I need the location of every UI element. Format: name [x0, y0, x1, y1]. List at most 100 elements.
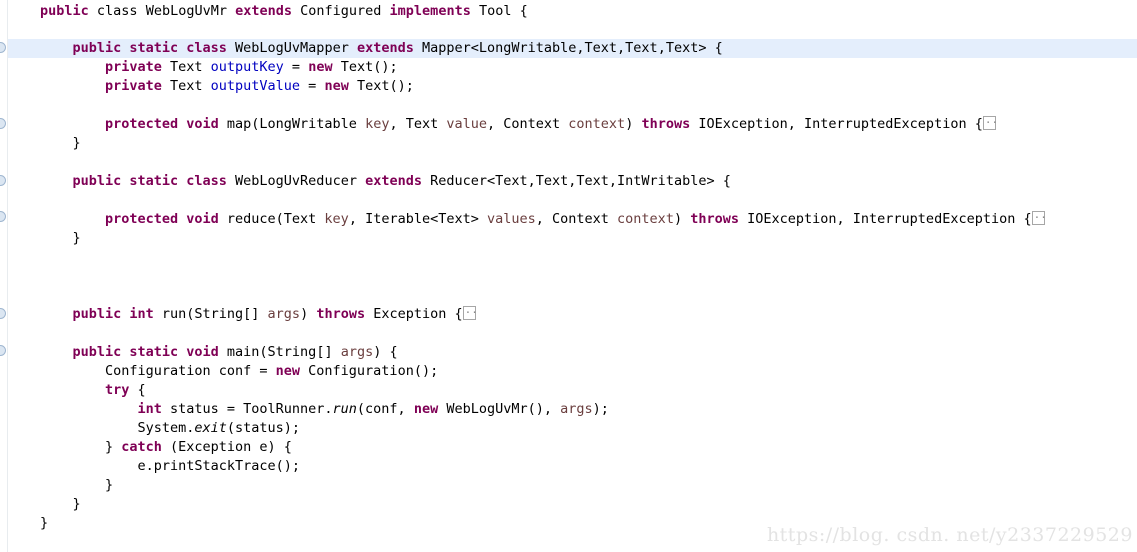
- code-token-par: args: [560, 401, 593, 417]
- code-token-kw: private: [104, 59, 162, 75]
- code-line[interactable]: }: [40, 514, 48, 533]
- code-token-plain: , Context: [487, 116, 569, 132]
- code-line[interactable]: public class WebLogUvMr extends Configur…: [40, 2, 528, 21]
- code-token-fld: outputValue: [210, 78, 301, 94]
- code-token-plain: Configured: [292, 3, 390, 19]
- code-token-plain: WebLogUvReducer: [226, 173, 366, 189]
- code-token-plain: class: [88, 3, 146, 19]
- code-token-plain: status = ToolRunner.: [161, 401, 333, 417]
- code-fold-placeholder[interactable]: [462, 303, 478, 320]
- code-line[interactable]: protected void reduce(Text key, Iterable…: [104, 208, 1047, 229]
- code-token-kw: throws: [641, 116, 691, 132]
- code-token-plain: }: [72, 135, 81, 151]
- code-line[interactable]: System.exit(status);: [137, 419, 300, 438]
- code-token-kw: throws: [690, 211, 739, 227]
- code-token-plain: Text();: [332, 59, 398, 75]
- code-token-kw: public int: [72, 306, 154, 322]
- code-line[interactable]: int status = ToolRunner.run(conf, new We…: [137, 400, 608, 419]
- code-token-kw: int: [137, 401, 162, 417]
- code-token-par: context: [568, 116, 626, 132]
- code-editor[interactable]: public class WebLogUvMr extends Configur…: [0, 0, 1137, 552]
- code-token-kw: protected void: [104, 116, 219, 132]
- code-token-kw: extends: [235, 3, 292, 19]
- code-token-plain: Reducer<Text,Text,Text,IntWritable> {: [421, 173, 731, 189]
- code-line[interactable]: }: [72, 495, 80, 514]
- code-token-kw: extends: [365, 173, 422, 189]
- code-fold-placeholder[interactable]: [1031, 208, 1047, 225]
- code-token-plain: (Exception e) {: [161, 439, 292, 455]
- code-content[interactable]: public class WebLogUvMr extends Configur…: [0, 0, 1137, 552]
- code-token-par: context: [617, 211, 674, 227]
- code-token-ital: run: [332, 401, 357, 417]
- code-token-par: args: [340, 344, 374, 360]
- code-token-plain: , Text: [389, 116, 447, 132]
- code-token-plain: Text();: [348, 78, 414, 94]
- code-token-plain: Exception {: [365, 306, 463, 322]
- code-line[interactable]: }: [105, 476, 113, 495]
- code-token-kw: throws: [316, 306, 366, 322]
- code-token-plain: ): [625, 116, 642, 132]
- code-token-kw: public static class: [72, 40, 227, 56]
- code-token-plain: ): [673, 211, 691, 227]
- code-line[interactable]: public static class WebLogUvReducer exte…: [72, 172, 730, 191]
- code-token-plain: }: [104, 439, 122, 455]
- code-token-plain: , Iterable<Text>: [348, 211, 487, 227]
- code-token-par: args: [267, 306, 301, 322]
- code-token-kw: extends: [356, 40, 414, 56]
- code-line[interactable]: public static class WebLogUvMapper exten…: [72, 39, 722, 58]
- code-line[interactable]: public static void main(String[] args) {: [72, 343, 397, 362]
- code-line[interactable]: } catch (Exception e) {: [105, 438, 292, 457]
- code-line[interactable]: public int run(String[] args) throws Exc…: [72, 303, 478, 324]
- code-token-plain: }: [72, 496, 81, 512]
- code-token-kw: new: [308, 59, 333, 75]
- code-token-plain: IOException, InterruptedException {: [739, 211, 1032, 227]
- code-token-kw: public static class: [72, 173, 227, 189]
- code-token-kw: public static void: [72, 344, 219, 360]
- code-token-kw: private: [104, 78, 162, 94]
- code-token-plain: Mapper<LongWritable,Text,Text,Text> {: [413, 40, 723, 56]
- code-line[interactable]: protected void map(LongWritable key, Tex…: [104, 113, 998, 134]
- code-line[interactable]: }: [72, 134, 80, 153]
- code-line[interactable]: e.printStackTrace();: [137, 457, 300, 476]
- code-line[interactable]: private Text outputValue = new Text();: [105, 77, 414, 96]
- code-token-par: value: [446, 116, 487, 132]
- code-token-kw: catch: [121, 439, 162, 455]
- code-token-plain: }: [72, 230, 81, 246]
- code-token-plain: }: [104, 477, 114, 493]
- code-token-plain: Tool {: [470, 3, 528, 19]
- code-token-par: key: [365, 116, 390, 132]
- code-token-fld: outputKey: [210, 59, 284, 75]
- code-token-kw: new: [413, 401, 439, 417]
- code-token-plain: }: [40, 515, 49, 531]
- code-token-plain: ): [300, 306, 317, 322]
- code-token-kw: public: [40, 3, 89, 19]
- code-line[interactable]: private Text outputKey = new Text();: [105, 58, 398, 77]
- code-token-plain: Text: [161, 59, 211, 75]
- code-token-plain: , Context: [535, 211, 618, 227]
- code-token-plain: WebLogUvMapper: [226, 40, 357, 56]
- code-line[interactable]: Configuration conf = new Configuration()…: [105, 362, 438, 381]
- code-token-ital: exit: [194, 420, 227, 436]
- code-token-par: key: [324, 211, 349, 227]
- code-token-plain: reduce(Text: [218, 211, 325, 227]
- code-token-kw: new: [324, 78, 349, 94]
- gutter-separator: [7, 0, 8, 552]
- code-line[interactable]: }: [72, 229, 80, 248]
- code-token-plain: );: [592, 401, 609, 417]
- code-token-plain: (status);: [226, 420, 301, 436]
- code-token-plain: =: [300, 78, 325, 94]
- code-token-kw: new: [275, 363, 301, 379]
- watermark-text: https://blog. csdn. net/y2337229529: [766, 524, 1133, 546]
- code-token-plain: System.: [137, 420, 195, 436]
- code-fold-placeholder[interactable]: [982, 113, 998, 130]
- code-token-par: values: [486, 211, 536, 227]
- code-token-plain: =: [283, 59, 309, 75]
- code-token-plain: ) {: [373, 344, 398, 360]
- code-line[interactable]: try {: [105, 381, 146, 400]
- code-token-kw: try: [104, 382, 130, 398]
- code-token-plain: (conf,: [356, 401, 414, 417]
- code-token-plain: run(String[]: [153, 306, 268, 322]
- code-token-plain: e.printStackTrace();: [137, 458, 300, 474]
- code-token-kw: protected void: [104, 211, 219, 227]
- code-token-plain: Configuration conf =: [104, 363, 276, 379]
